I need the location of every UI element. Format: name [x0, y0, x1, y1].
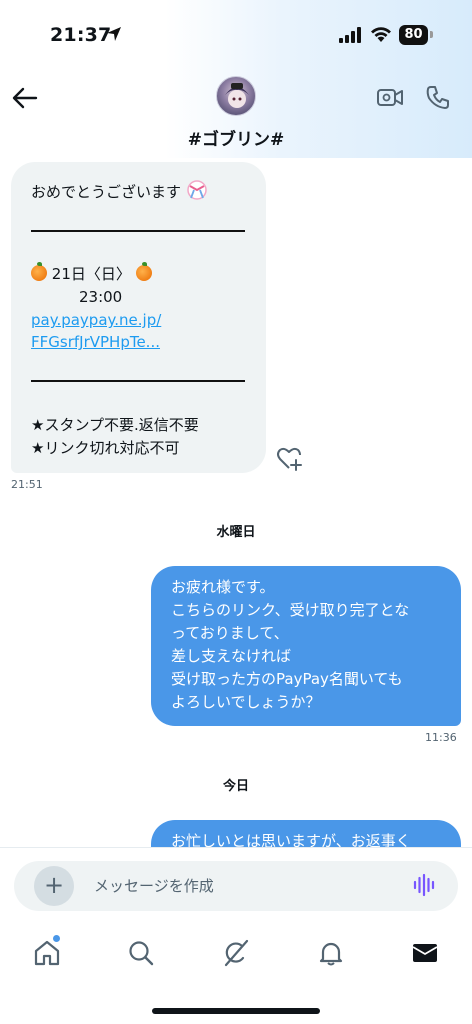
tab-grok[interactable]: [211, 930, 261, 976]
payment-link-line2[interactable]: FFGsrfJrVPHpTe...: [31, 331, 160, 354]
tab-home[interactable]: [22, 930, 72, 976]
message-input[interactable]: メッセージを作成: [94, 875, 214, 896]
message-line: 差し支えなければ: [171, 647, 292, 665]
date-line: 21日〈日〉: [31, 262, 152, 286]
greeting-line: おめでとうございます: [31, 178, 208, 204]
status-bar: 21:37 80: [0, 0, 472, 70]
message-line: よろしいでしょうか？: [171, 693, 321, 711]
tab-search[interactable]: [116, 930, 166, 976]
home-icon: [34, 940, 60, 966]
video-camera-icon[interactable]: [376, 86, 404, 108]
greeting-text: おめでとうございます: [31, 183, 182, 201]
home-indicator: [152, 1008, 320, 1014]
divider-line: [31, 380, 245, 382]
day-separator: 今日: [222, 779, 249, 794]
battery-tip: [430, 31, 433, 38]
outgoing-message-bubble[interactable]: お疲れ様です。 こちらのリンク、受け取り完了とな っておりまして、 差し支えなけ…: [151, 566, 461, 726]
note-line-1: ★スタンプ不要.返信不要: [31, 416, 199, 434]
chat-title[interactable]: #ゴブリン#: [0, 125, 472, 150]
heart-plus-icon[interactable]: [276, 446, 304, 472]
date-text: 21日〈日〉: [51, 265, 131, 283]
avatar-image: [225, 83, 249, 108]
envelope-icon: [412, 944, 438, 962]
message-line: お疲れ様です。: [171, 578, 275, 596]
battery-indicator: 80: [399, 25, 428, 45]
back-arrow-icon[interactable]: [10, 84, 40, 112]
message-line: こちらのリンク、受け取り完了とな: [171, 601, 410, 619]
status-time: 21:37: [50, 24, 112, 46]
avatar[interactable]: [216, 76, 256, 116]
orange-emoji-icon: [135, 262, 152, 281]
location-arrow-icon: [107, 27, 121, 41]
bell-icon: [319, 942, 343, 966]
tab-notifications[interactable]: [306, 930, 356, 976]
message-line: っておりまして、: [171, 624, 289, 642]
plus-icon[interactable]: +: [34, 866, 74, 906]
message-line: 受け取った方のPayPay名聞いても: [171, 670, 403, 688]
grok-icon: [224, 939, 249, 967]
search-icon: [129, 941, 154, 966]
wifi-icon: [371, 27, 391, 42]
bottom-tab-bar: [0, 930, 472, 980]
cellular-signal-icon: [339, 27, 361, 43]
tab-messages[interactable]: [400, 930, 450, 976]
note-line-2: ★リンク切れ対応不可: [31, 439, 180, 457]
incoming-message-bubble[interactable]: おめでとうございます 21日〈日〉 23:00 pay.paypay.ne.jp…: [11, 162, 266, 473]
message-composer[interactable]: [14, 861, 458, 911]
home-notification-dot: [53, 935, 60, 942]
ribbon-emoji-icon: [187, 180, 207, 200]
orange-emoji-icon: [31, 262, 47, 281]
divider-line: [31, 230, 245, 232]
phone-icon[interactable]: [425, 84, 451, 110]
payment-link-line1[interactable]: pay.paypay.ne.jp/: [31, 309, 161, 332]
time-text: 23:00: [79, 288, 123, 306]
incoming-timestamp: 21:51: [11, 478, 43, 491]
voice-wave-icon[interactable]: [412, 873, 436, 897]
day-separator: 水曜日: [216, 525, 256, 540]
outgoing-timestamp: 11:36: [425, 731, 457, 744]
